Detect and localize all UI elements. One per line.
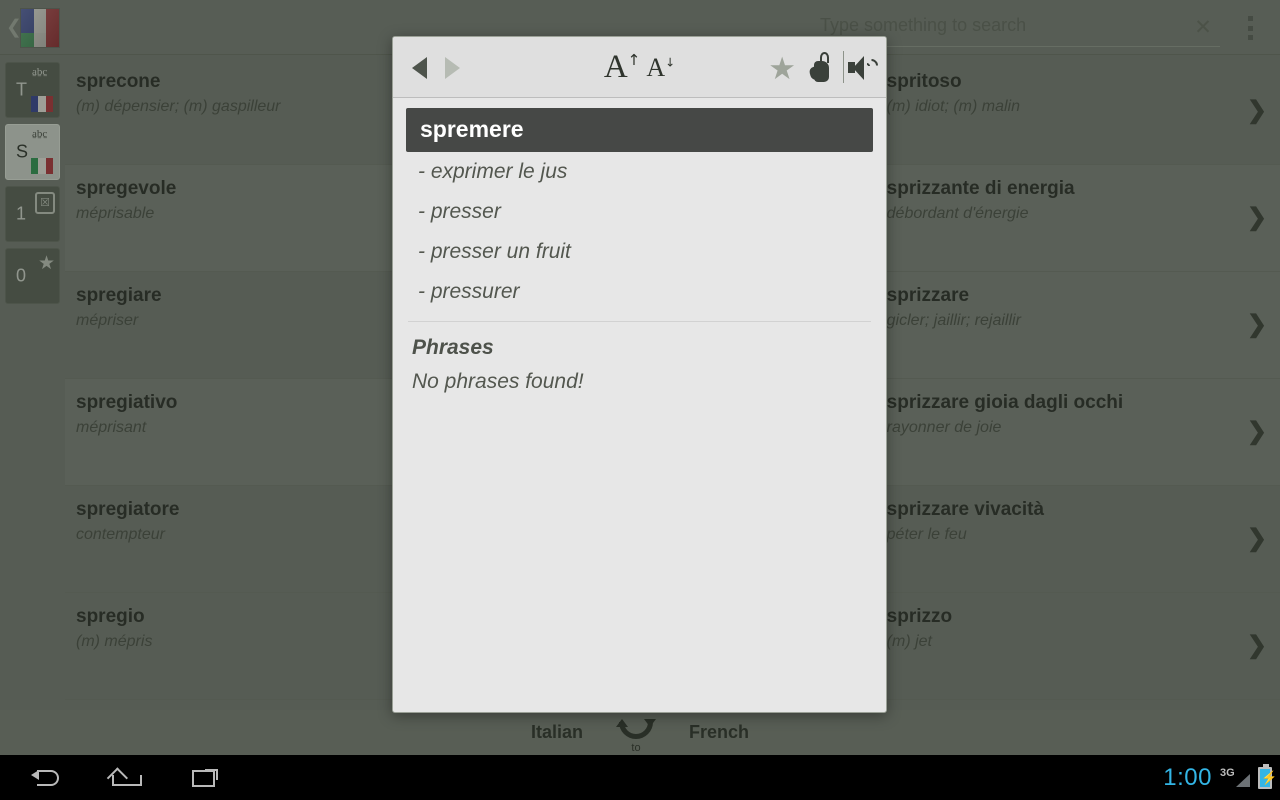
- word-detail-dialog: A↑ A↓ ★ spremere - exprimer le jus - pre…: [392, 36, 887, 713]
- entry-definition: rayonner de joie: [886, 419, 1002, 436]
- list-item[interactable]: sprizzare vivacità péter le feu ❯: [875, 486, 1280, 593]
- back-chevron-icon[interactable]: ❮: [6, 18, 22, 37]
- favorite-star-icon[interactable]: ★: [768, 53, 796, 84]
- decrease-font-button[interactable]: A↓: [646, 52, 676, 82]
- abc-mark: a̱ḇc̱: [32, 66, 48, 78]
- app-logo-home-button[interactable]: ❮: [6, 2, 68, 54]
- chevron-right-icon[interactable]: ❯: [1247, 420, 1267, 444]
- word-column-3: spritoso (m) idiot; (m) malin ❯ sprizzan…: [875, 56, 1280, 710]
- left-rail: T a̱ḇc̱ S a̱ḇc̱ 1 ☒ 0 ★: [0, 56, 65, 710]
- entry-term: spregiare: [76, 285, 162, 306]
- list-item[interactable]: sprizzo (m) jet ❯: [875, 593, 1280, 700]
- network-signal-indicator[interactable]: 3G: [1220, 766, 1250, 790]
- phrases-empty-message: No phrases found!: [412, 370, 584, 393]
- signal-bars-icon: [1236, 773, 1250, 787]
- list-item[interactable]: sprizzare gicler; jaillir; rejaillir ❯: [875, 272, 1280, 379]
- history-box-icon: ☒: [35, 192, 55, 214]
- rail-item-favorites[interactable]: 0 ★: [5, 248, 60, 304]
- swap-languages-icon[interactable]: to: [613, 713, 659, 754]
- chevron-right-icon[interactable]: ❯: [1247, 206, 1267, 230]
- entry-term: spregiatore: [76, 499, 180, 520]
- touch-hand-icon[interactable]: [808, 52, 838, 84]
- chevron-right-icon[interactable]: ❯: [1247, 634, 1267, 658]
- translation-item: - exprimer le jus: [418, 160, 568, 183]
- entry-term: sprizzare vivacità: [886, 499, 1045, 520]
- entry-term: spritoso: [886, 71, 962, 92]
- rail-badge-italian: a̱ḇc̱: [29, 129, 55, 175]
- language-bar: Italian to French: [0, 710, 1280, 755]
- android-back-icon[interactable]: [5, 755, 85, 800]
- entry-term: spregiativo: [76, 392, 178, 413]
- android-home-icon[interactable]: [85, 755, 165, 800]
- rail-item-label: 1: [16, 203, 27, 224]
- translation-item: - pressurer: [418, 280, 520, 303]
- rail-item-label: 0: [16, 265, 27, 286]
- entry-definition: péter le feu: [886, 526, 967, 543]
- entry-term: sprizzante di energia: [886, 178, 1075, 199]
- overflow-menu-icon[interactable]: [1237, 14, 1263, 42]
- chevron-right-icon[interactable]: ❯: [1247, 527, 1267, 551]
- status-clock[interactable]: 1:00: [1163, 764, 1212, 792]
- translation-item: - presser: [418, 200, 501, 223]
- entry-term: sprizzare gioia dagli occhi: [886, 392, 1124, 413]
- entry-term: sprizzare: [886, 285, 970, 306]
- swap-label: to: [631, 741, 641, 754]
- dialog-toolbar: A↑ A↓ ★: [393, 37, 886, 98]
- nav-next-icon[interactable]: [445, 57, 460, 79]
- entry-definition: débordant d'énergie: [886, 205, 1029, 222]
- font-decrease-arrow-icon: ↓: [665, 54, 676, 69]
- chevron-right-icon[interactable]: ❯: [1247, 99, 1267, 123]
- word-headword: spremere: [406, 108, 873, 152]
- font-increase-arrow-icon: ↑: [627, 51, 641, 69]
- dialog-body: spremere - exprimer le jus - presser - p…: [393, 98, 886, 712]
- rail-item-label: S: [16, 141, 29, 162]
- nav-previous-icon[interactable]: [412, 57, 427, 79]
- entry-term: spregevole: [76, 178, 177, 199]
- french-italian-flag-logo: [20, 8, 60, 48]
- entry-term: sprecone: [76, 71, 161, 92]
- rail-item-search[interactable]: S a̱ḇc̱: [5, 124, 60, 180]
- entry-definition: mépriser: [76, 312, 139, 329]
- battery-charging-icon[interactable]: ⚡: [1258, 763, 1278, 789]
- list-item[interactable]: sprizzante di energia débordant d'énergi…: [875, 165, 1280, 272]
- toolbar-divider: [843, 51, 844, 83]
- list-item[interactable]: spritoso (m) idiot; (m) malin ❯: [875, 58, 1280, 165]
- rail-item-translate[interactable]: T a̱ḇc̱: [5, 62, 60, 118]
- entry-definition: (m) jet: [886, 633, 932, 650]
- entry-definition: contempteur: [76, 526, 165, 543]
- android-recents-icon[interactable]: [165, 755, 245, 800]
- android-navigation-bar: 1:00 3G ⚡: [0, 755, 1280, 800]
- speaker-icon[interactable]: [848, 54, 881, 82]
- phrases-section-title: Phrases: [412, 336, 494, 359]
- entry-definition: (m) mépris: [76, 633, 153, 650]
- star-icon: ★: [37, 253, 55, 274]
- charging-bolt-icon: ⚡: [1261, 769, 1278, 785]
- font-decrease-letter: A: [646, 52, 666, 82]
- translation-item: - presser un fruit: [418, 240, 571, 263]
- status-area: 1:00 3G ⚡: [1163, 755, 1278, 800]
- screen: ❮ ✕ T: [0, 0, 1280, 800]
- chevron-right-icon[interactable]: ❯: [1247, 313, 1267, 337]
- rail-item-label: T: [16, 79, 27, 100]
- rail-badge-french: a̱ḇc̱: [29, 67, 55, 113]
- source-language-button[interactable]: Italian: [531, 722, 583, 743]
- entry-definition: (m) idiot; (m) malin: [886, 98, 1020, 115]
- network-type-label: 3G: [1220, 766, 1235, 779]
- entry-term: sprizzo: [886, 606, 953, 627]
- entry-definition: gicler; jaillir; rejaillir: [886, 312, 1021, 329]
- list-item[interactable]: sprizzare gioia dagli occhi rayonner de …: [875, 379, 1280, 486]
- italian-flag-icon: [31, 158, 53, 174]
- font-increase-letter: A: [603, 49, 628, 85]
- entry-definition: méprisable: [76, 205, 155, 222]
- target-language-button[interactable]: French: [689, 722, 749, 743]
- entry-definition: méprisant: [76, 419, 147, 436]
- clear-search-icon[interactable]: ✕: [1190, 15, 1216, 41]
- rail-item-history[interactable]: 1 ☒: [5, 186, 60, 242]
- entry-definition: (m) dépensier; (m) gaspilleur: [76, 98, 281, 115]
- abc-mark: a̱ḇc̱: [32, 128, 48, 140]
- french-flag-icon: [31, 96, 53, 112]
- entry-term: spregio: [76, 606, 145, 627]
- increase-font-button[interactable]: A↑: [604, 51, 641, 84]
